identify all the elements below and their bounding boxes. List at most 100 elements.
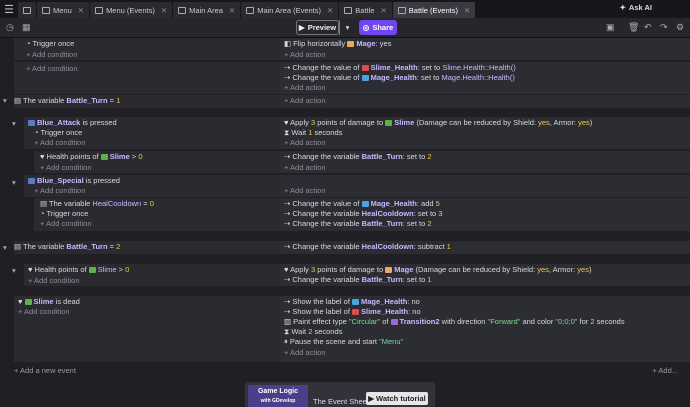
tab-home[interactable]	[18, 2, 36, 18]
add-condition-link[interactable]: + Add condition	[34, 138, 86, 148]
add-event-link[interactable]: + Add a new event	[14, 366, 76, 376]
action-row[interactable]: ⇢ Change the value of Mage_Health: set t…	[284, 73, 515, 83]
condition-row[interactable]: ♥ Slime is dead	[18, 297, 80, 307]
action-row[interactable]: ⇢ Change the variable Battle_Turn: set t…	[284, 219, 432, 229]
add-action-link[interactable]: + Add action	[284, 186, 326, 196]
action-row[interactable]: ◧ Flip horizontally Mage: yes	[284, 39, 391, 49]
add-more-link[interactable]: + Add...	[652, 366, 678, 376]
actions-block[interactable]: ⇢ Change the value of Mage_Health: add 5…	[280, 198, 690, 231]
action-row[interactable]: ⇢ Change the variable Battle_Turn: set t…	[284, 152, 432, 162]
collapse-chevron-icon[interactable]: ▾	[3, 96, 7, 105]
action-row[interactable]: ♥ Apply 3 points of damage to Mage (Dama…	[284, 265, 591, 275]
operator: >	[131, 152, 137, 161]
action-row[interactable]: ⇢ Change the variable HealCooldown: set …	[284, 209, 442, 219]
condition-text: is pressed	[82, 118, 117, 127]
preview-options-button[interactable]: ▾	[339, 20, 355, 35]
actions-block[interactable]: ⇢ Change the value of Slime_Health: set …	[280, 62, 690, 94]
action-row[interactable]: ⏸ Pause the scene and start "Menu"	[284, 337, 403, 347]
collapse-chevron-icon[interactable]: ▾	[12, 119, 16, 128]
history-icon[interactable]: ◷	[6, 22, 14, 33]
conditions-block[interactable]: ♥ Health points of Slime > 0 + Add condi…	[34, 151, 280, 173]
events-editor-icon[interactable]: ▣	[606, 22, 615, 33]
add-action-link[interactable]: + Add action	[284, 138, 326, 148]
conditions-block[interactable]: ▤ The variable HealCooldown = 0 ◔ Trigge…	[34, 198, 280, 231]
action-row[interactable]: ⇢ Change the value of Mage_Health: add 5	[284, 199, 440, 209]
action-row[interactable]: ⇢ Change the variable Battle_Turn: set t…	[284, 275, 432, 285]
add-condition-link[interactable]: + Add condition	[26, 64, 78, 74]
add-condition-link[interactable]: + Add condition	[40, 219, 92, 229]
condition-row[interactable]: Blue_Special is pressed	[28, 176, 120, 186]
collapse-chevron-icon[interactable]: ▾	[3, 243, 7, 252]
collapse-chevron-icon[interactable]: ▾	[12, 266, 16, 275]
condition-row[interactable]: Blue_Attack is pressed	[28, 118, 117, 128]
condition-row[interactable]: ▤ The variable Battle_Turn = 2	[14, 242, 120, 252]
add-condition-link[interactable]: + Add condition	[28, 276, 80, 286]
close-icon[interactable]: ✕	[229, 6, 235, 15]
conditions-block[interactable]: ◔ Trigger once + Add condition	[14, 38, 280, 60]
add-action-link[interactable]: + Add action	[284, 50, 326, 60]
close-icon[interactable]: ✕	[380, 6, 386, 15]
actions-block[interactable]: ◧ Flip horizontally Mage: yes + Add acti…	[280, 38, 690, 60]
menu-icon[interactable]: ☰	[0, 0, 18, 18]
condition-row[interactable]: ♥ Health points of Slime > 0	[28, 265, 129, 275]
preview-button[interactable]: ▶ Preview	[296, 20, 339, 35]
conditions-block[interactable]: ▤ The variable Battle_Turn = 1	[14, 95, 280, 108]
conditions-block[interactable]: Blue_Special is pressed + Add condition	[24, 175, 280, 197]
action-row[interactable]: ♥ Apply 3 points of damage to Slime (Dam…	[284, 118, 592, 128]
add-condition-link[interactable]: + Add condition	[26, 50, 78, 60]
settings-icon[interactable]: ⚙	[676, 22, 684, 33]
value: 2	[427, 152, 432, 161]
ask-ai-button[interactable]: ✦ Ask AI	[620, 3, 652, 12]
watch-tutorial-button[interactable]: ▶ Watch tutorial	[366, 392, 428, 405]
action-row[interactable]: ⇢ Change the value of Slime_Health: set …	[284, 63, 516, 73]
project-manager-icon[interactable]: ▦	[22, 22, 31, 33]
condition-row[interactable]: ◔ Trigger once	[40, 209, 88, 219]
add-action-link[interactable]: + Add action	[284, 348, 326, 358]
actions-block[interactable]: ⇢ Change the variable Battle_Turn: set t…	[280, 151, 690, 173]
redo-icon[interactable]: ↷	[660, 22, 668, 33]
close-icon[interactable]: ✕	[78, 6, 84, 15]
conditions-block[interactable]: + Add condition	[14, 62, 280, 94]
add-condition-link[interactable]: + Add condition	[40, 163, 92, 173]
condition-row[interactable]: ◔ Trigger once	[26, 39, 74, 49]
action-row[interactable]: ▨ Paint effect type "Circular" of Transi…	[284, 317, 625, 327]
add-action-link[interactable]: + Add action	[284, 163, 326, 173]
actions-block[interactable]: ♥ Apply 3 points of damage to Mage (Dama…	[280, 264, 690, 286]
tab-battle-events[interactable]: Battle (Events) ✕	[392, 2, 476, 18]
action-row[interactable]: ⧗ Wait 2 seconds	[284, 327, 342, 337]
add-condition-link[interactable]: + Add condition	[18, 307, 70, 317]
tab-main-area[interactable]: Main Area ✕	[173, 2, 241, 18]
action-row[interactable]: ⇢ Change the variable HealCooldown: subt…	[284, 242, 451, 252]
add-condition-link[interactable]: + Add condition	[34, 186, 86, 196]
tab-battle[interactable]: Battle ✕	[339, 2, 392, 18]
close-icon[interactable]: ✕	[327, 6, 333, 15]
close-icon[interactable]: ✕	[464, 6, 470, 15]
condition-row[interactable]: ▤ The variable Battle_Turn = 1	[14, 96, 120, 106]
actions-block[interactable]: ⇢ Change the variable HealCooldown: subt…	[280, 241, 690, 254]
tab-menu[interactable]: Menu ✕	[37, 2, 90, 18]
collapse-chevron-icon[interactable]: ▾	[12, 178, 16, 187]
add-action-link[interactable]: + Add action	[284, 83, 326, 93]
tab-menu-events[interactable]: Menu (Events) ✕	[90, 2, 173, 18]
actions-block[interactable]: ♥ Apply 3 points of damage to Slime (Dam…	[280, 117, 690, 149]
condition-row[interactable]: ◔ Trigger once	[34, 128, 82, 138]
share-button[interactable]: ◎ Share	[359, 20, 397, 35]
action-row[interactable]: ⧗ Wait 1 seconds	[284, 128, 342, 138]
actions-block[interactable]: ⇢ Show the label of Mage_Health: no ⇢ Sh…	[280, 296, 690, 362]
actions-block[interactable]: + Add action	[280, 175, 690, 197]
tab-main-area-events[interactable]: Main Area (Events) ✕	[241, 2, 339, 18]
conditions-block[interactable]: ♥ Health points of Slime > 0 + Add condi…	[24, 264, 280, 286]
condition-text: The variable	[23, 242, 65, 251]
delete-icon[interactable]: 🗑	[628, 22, 639, 33]
undo-icon[interactable]: ↶	[644, 22, 652, 33]
conditions-block[interactable]: ▤ The variable Battle_Turn = 2	[14, 241, 280, 254]
close-icon[interactable]: ✕	[161, 6, 167, 15]
add-action-link[interactable]: + Add action	[284, 96, 326, 106]
actions-block[interactable]: + Add action	[280, 95, 690, 108]
conditions-block[interactable]: ♥ Slime is dead + Add condition	[14, 296, 280, 362]
condition-row[interactable]: ♥ Health points of Slime > 0	[40, 152, 143, 162]
action-row[interactable]: ⇢ Show the label of Slime_Health: no	[284, 307, 421, 317]
action-row[interactable]: ⇢ Show the label of Mage_Health: no	[284, 297, 420, 307]
condition-row[interactable]: ▤ The variable HealCooldown = 0	[40, 199, 154, 209]
conditions-block[interactable]: Blue_Attack is pressed ◔ Trigger once + …	[24, 117, 280, 149]
